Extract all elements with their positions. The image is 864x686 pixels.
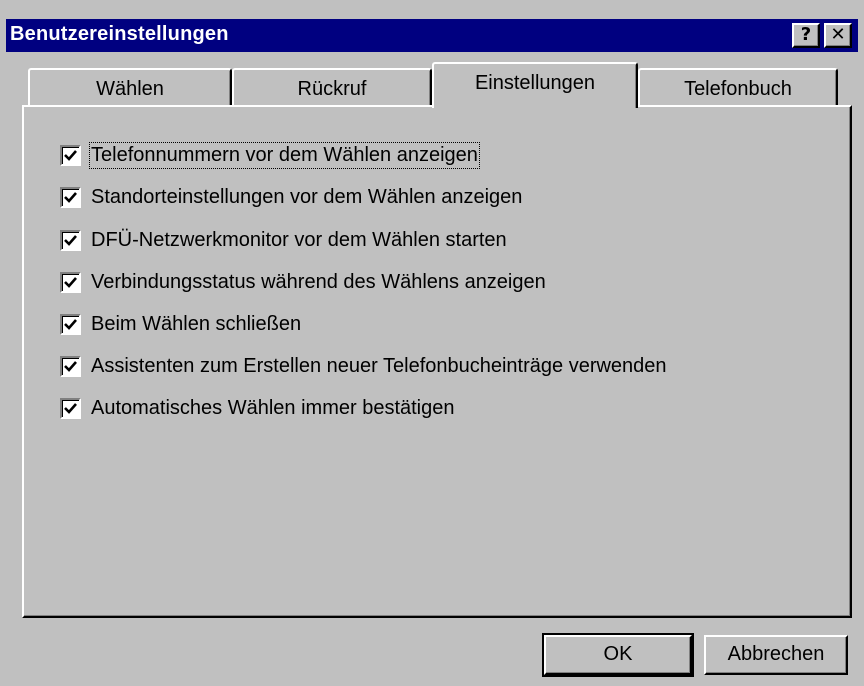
option-telefonnummern[interactable]: Telefonnummern vor dem Wählen anzeigen: [60, 140, 480, 170]
tab-waehlen[interactable]: Wählen: [28, 68, 232, 108]
checkbox[interactable]: [60, 313, 81, 335]
tab-einstellungen[interactable]: Einstellungen: [432, 62, 638, 111]
option-verbindungsstatus[interactable]: Verbindungsstatus während des Wählens an…: [60, 267, 546, 297]
tab-label: Telefonbuch: [684, 78, 792, 100]
option-beim-waehlen-schliessen[interactable]: Beim Wählen schließen: [60, 309, 301, 339]
checkmark-icon: [64, 149, 77, 161]
checkmark-icon: [64, 318, 77, 330]
help-button[interactable]: ?: [792, 23, 820, 48]
checkmark-icon: [64, 276, 77, 288]
tab-telefonbuch[interactable]: Telefonbuch: [638, 68, 838, 108]
checkbox[interactable]: [60, 271, 81, 293]
checkbox[interactable]: [60, 186, 81, 208]
ok-button[interactable]: OK: [542, 633, 694, 677]
close-icon: ✕: [830, 24, 846, 45]
tab-label: Rückruf: [297, 78, 367, 100]
checkbox[interactable]: [60, 355, 81, 377]
option-label: Verbindungsstatus während des Wählens an…: [91, 270, 546, 293]
checkbox[interactable]: [60, 397, 81, 419]
tab-rueckruf[interactable]: Rückruf: [232, 68, 432, 108]
option-label: Standorteinstellungen vor dem Wählen anz…: [91, 185, 523, 208]
option-label: Assistenten zum Erstellen neuer Telefonb…: [91, 354, 667, 377]
option-label: DFÜ-Netzwerkmonitor vor dem Wählen start…: [91, 228, 507, 251]
close-button[interactable]: ✕: [824, 23, 852, 48]
tab-label: Einstellungen: [474, 72, 596, 94]
title-bar[interactable]: Benutzereinstellungen ? ✕: [6, 19, 858, 52]
cancel-button[interactable]: Abbrechen: [704, 635, 848, 675]
option-assistenten[interactable]: Assistenten zum Erstellen neuer Telefonb…: [60, 351, 667, 381]
checkbox[interactable]: [60, 144, 81, 166]
option-label: Automatisches Wählen immer bestätigen: [91, 396, 455, 419]
option-automatisches-waehlen[interactable]: Automatisches Wählen immer bestätigen: [60, 393, 455, 423]
checkmark-icon: [64, 191, 77, 203]
option-dfue-netzwerkmonitor[interactable]: DFÜ-Netzwerkmonitor vor dem Wählen start…: [60, 225, 507, 255]
option-label: Telefonnummern vor dem Wählen anzeigen: [89, 141, 480, 169]
option-label: Beim Wählen schließen: [91, 312, 302, 335]
help-icon: ?: [800, 24, 812, 45]
tab-label: Wählen: [96, 78, 164, 100]
checkmark-icon: [64, 234, 77, 246]
checkmark-icon: [64, 402, 77, 414]
window-title: Benutzereinstellungen: [10, 23, 229, 45]
checkbox[interactable]: [60, 229, 81, 251]
option-standorteinstellungen[interactable]: Standorteinstellungen vor dem Wählen anz…: [60, 182, 522, 212]
dialog-window: Benutzereinstellungen ? ✕ Wählen Rückruf…: [0, 0, 864, 686]
checkmark-icon: [64, 360, 77, 372]
